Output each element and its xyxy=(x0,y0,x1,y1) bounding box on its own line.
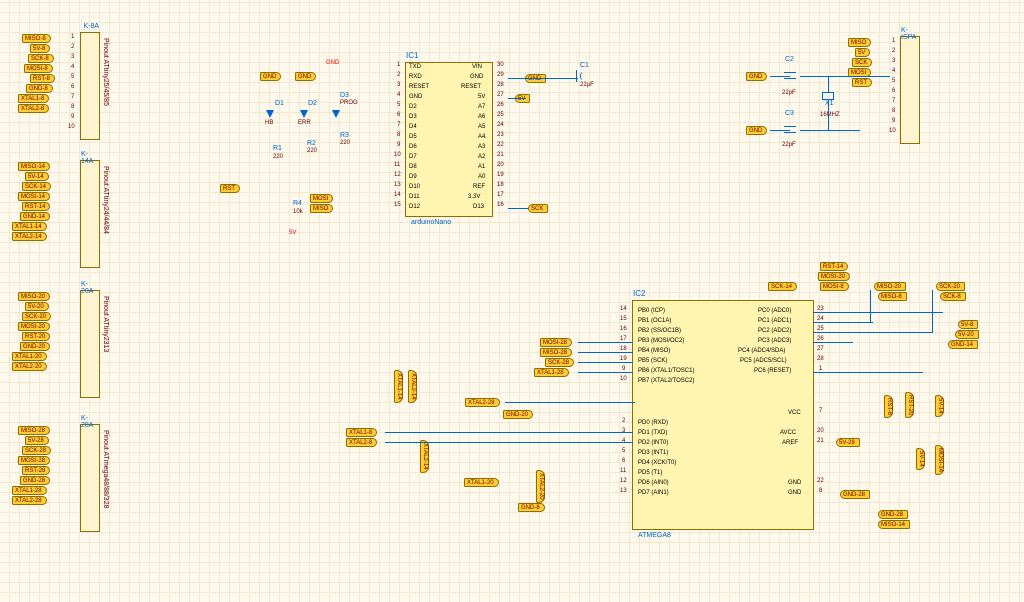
connector-k20a: K-20A Pinout ATtiny2313 xyxy=(80,290,100,398)
net-gnd: GND xyxy=(326,60,339,66)
net: SCK-20 xyxy=(22,312,51,321)
net: RST-14 xyxy=(22,202,50,211)
net: 5V-28 xyxy=(25,436,49,445)
conn-title: K-8A xyxy=(83,23,99,30)
ic-sub: ATMEGA8 xyxy=(638,532,671,539)
crystal xyxy=(822,92,834,100)
conn-vlabel: Pinout ATmega48/88/328 xyxy=(102,430,109,508)
net: XTAL1-14 xyxy=(12,222,47,231)
net-gnd: GND xyxy=(746,126,767,135)
net: XTAL2-14 xyxy=(12,232,47,241)
net-gnd: GND xyxy=(260,72,281,81)
conn-title: K-28A xyxy=(81,415,99,429)
net: GND-28 xyxy=(20,476,50,485)
led-d2 xyxy=(300,110,308,118)
net-mosi8: MOSI-8 xyxy=(24,64,53,73)
connector-k28a: K-28A Pinout ATmega48/88/328 xyxy=(80,424,100,532)
net-rst8: RST-8 xyxy=(30,74,55,83)
net: XTAL1-20 xyxy=(12,352,47,361)
net-miso8: MISO-8 xyxy=(22,34,51,43)
conn-vlabel: Pinout ATtiny2313 xyxy=(102,296,109,352)
ic-sub: arduinoNano xyxy=(411,219,451,226)
net: MISO xyxy=(848,38,871,47)
net: SCK-14 xyxy=(22,182,51,191)
net: SCK xyxy=(852,58,872,67)
net-sck: SCK xyxy=(528,204,548,213)
net-mosi: MOSI xyxy=(310,194,333,203)
net: MISO-20 xyxy=(18,292,50,301)
connector-k14a: K-14A Pinout ATtiny24/44/84 xyxy=(80,160,100,268)
ic-ref: IC1 xyxy=(406,51,418,60)
net: GND-20 xyxy=(20,342,50,351)
led-d1 xyxy=(266,110,274,118)
net: GND-14 xyxy=(20,212,50,221)
net-rst: RST xyxy=(220,184,240,193)
net: 5V-20 xyxy=(25,302,49,311)
net: XTAL1-28 xyxy=(12,486,47,495)
net-gnd8: GND-8 xyxy=(26,84,53,93)
net: XTAL2-28 xyxy=(12,496,47,505)
net-xtal18: XTAL1-8 xyxy=(18,94,49,103)
conn-title: K-ISPA xyxy=(901,27,919,41)
conn-title: K-14A xyxy=(81,151,99,165)
net-gnd: GND xyxy=(746,72,767,81)
conn-vlabel: Pinout ATtiny25/45/85 xyxy=(102,38,109,106)
net: SCK-28 xyxy=(22,446,51,455)
conn-title: K-20A xyxy=(81,281,99,295)
net: RST xyxy=(852,78,872,87)
net: XTAL2-20 xyxy=(12,362,47,371)
net-5v8: 5V-8 xyxy=(30,44,50,53)
net: MISO-14 xyxy=(18,162,50,171)
led-d3 xyxy=(332,110,340,118)
net-gnd: GND xyxy=(295,72,316,81)
ic-ref: IC2 xyxy=(633,289,645,298)
connector-kispa: K-ISPA xyxy=(900,36,920,144)
conn-vlabel: Pinout ATtiny24/44/84 xyxy=(102,166,109,234)
net-xtal28: XTAL2-8 xyxy=(18,104,49,113)
net: 5V xyxy=(855,48,870,57)
connector-k8a: K-8A Pinout ATtiny25/45/85 xyxy=(80,32,100,140)
net-sck8: SCK-8 xyxy=(28,54,54,63)
net: MISO-28 xyxy=(18,426,50,435)
net: MOSI-28 xyxy=(18,456,50,465)
net: RST-28 xyxy=(22,466,50,475)
net: MOSI-20 xyxy=(18,322,50,331)
net: MOSI-14 xyxy=(18,192,50,201)
net: 5V-14 xyxy=(25,172,49,181)
net-miso: MISO xyxy=(310,204,333,213)
net: RST-20 xyxy=(22,332,50,341)
